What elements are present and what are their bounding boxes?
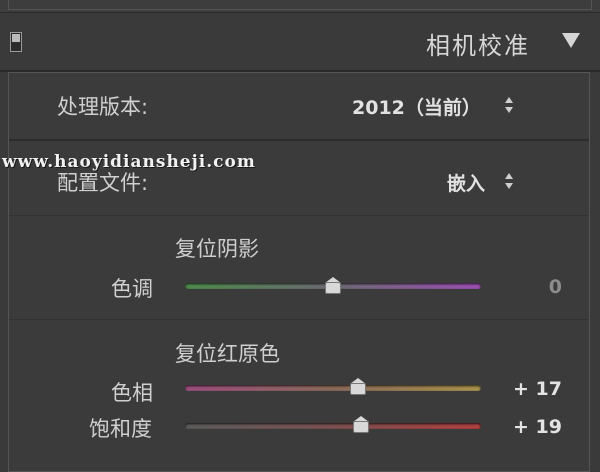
toggle-knob bbox=[12, 34, 20, 42]
red-saturation-track[interactable] bbox=[185, 423, 481, 429]
red-hue-label: 色相 bbox=[111, 381, 153, 405]
previous-panel-edge bbox=[8, 0, 592, 10]
process-version-select[interactable]: 2012（当前） bbox=[352, 93, 481, 120]
red-saturation-thumb[interactable] bbox=[352, 416, 370, 434]
shadow-tint-thumb[interactable] bbox=[324, 277, 342, 295]
process-updown-icon[interactable] bbox=[505, 97, 514, 113]
watermark-text: www.haoyidiansheji.com bbox=[2, 152, 256, 172]
red-hue-track[interactable] bbox=[185, 385, 481, 391]
process-version-row: 处理版本: 2012（当前） bbox=[9, 73, 589, 141]
section-divider bbox=[9, 319, 589, 320]
process-version-label: 处理版本: bbox=[57, 95, 149, 119]
shadow-tint-label: 色调 bbox=[111, 277, 153, 301]
reset-red-primary-link[interactable]: 复位红原色 bbox=[175, 338, 280, 368]
calibration-settings: 处理版本: 2012（当前） 配置文件: 嵌入 复位阴影 色调 0 复位红原色 … bbox=[8, 72, 590, 472]
red-hue-thumb[interactable] bbox=[349, 378, 367, 396]
red-saturation-value[interactable]: + 19 bbox=[492, 416, 562, 438]
panel-body: 处理版本: 2012（当前） 配置文件: 嵌入 复位阴影 色调 0 复位红原色 … bbox=[0, 72, 600, 472]
profile-select[interactable]: 嵌入 bbox=[447, 169, 485, 196]
reset-shadows-link[interactable]: 复位阴影 bbox=[175, 233, 259, 263]
red-saturation-label: 饱和度 bbox=[89, 417, 152, 441]
triangle-down-icon[interactable] bbox=[562, 33, 580, 48]
red-hue-value[interactable]: + 17 bbox=[492, 378, 562, 400]
panel-toggle-switch[interactable] bbox=[10, 32, 22, 52]
panel-header[interactable]: 相机校准 bbox=[0, 13, 600, 72]
panel-frame-top bbox=[0, 0, 600, 13]
shadow-tint-value[interactable]: 0 bbox=[492, 276, 562, 298]
panel-title: 相机校准 bbox=[426, 32, 530, 60]
profile-updown-icon[interactable] bbox=[505, 173, 514, 189]
